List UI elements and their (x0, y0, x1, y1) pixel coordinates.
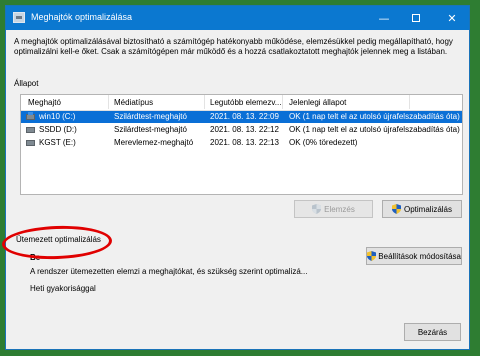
status-label: Állapot (14, 79, 39, 88)
window-title: Meghajtók optimalizálása (31, 12, 133, 22)
column-header-current-status[interactable]: Jelenlegi állapot (286, 98, 346, 107)
defrag-app-icon (13, 12, 25, 23)
optimize-drives-window: Meghajtók optimalizálása — ✕ A meghajtók… (5, 5, 470, 350)
drive-name: SSDD (D:) (39, 125, 77, 134)
schedule-frequency: Heti gyakorisággal (30, 284, 96, 293)
table-row[interactable]: KGST (E:) Merevlemez-meghajtó 2021. 08. … (21, 137, 462, 149)
drive-name: win10 (C:) (39, 112, 76, 121)
column-header-media-type[interactable]: Médiatípus (111, 98, 153, 107)
drive-list[interactable]: Meghajtó Médiatípus Legutóbb elemezv... … (20, 94, 463, 195)
current-status: OK (1 nap telt el az utolsó újrafelszaba… (289, 112, 460, 121)
close-button-label: Bezárás (417, 327, 448, 337)
last-analyzed: 2021. 08. 13. 22:12 (210, 125, 279, 134)
close-window-button[interactable]: ✕ (436, 6, 468, 30)
drive-icon (26, 127, 35, 133)
minimize-button[interactable]: — (368, 6, 400, 30)
uac-shield-icon (367, 251, 376, 261)
media-type: Merevlemez-meghajtó (114, 138, 194, 147)
windows-drive-icon (26, 112, 35, 120)
close-button[interactable]: Bezárás (404, 323, 461, 341)
description-text: A meghajtók optimalizálásával biztosítha… (14, 37, 453, 56)
current-status: OK (1 nap telt el az utolsó újrafelszaba… (289, 125, 460, 134)
analyze-button[interactable]: Elemzés (294, 200, 373, 218)
drive-icon (26, 140, 35, 146)
uac-shield-icon (312, 204, 322, 214)
change-settings-button-label: Beállítások módosítása (378, 251, 461, 261)
drive-list-header: Meghajtó Médiatípus Legutóbb elemezv... … (21, 95, 462, 111)
table-row[interactable]: SSDD (D:) Szilárdtest-meghajtó 2021. 08.… (21, 124, 462, 136)
uac-shield-icon (391, 204, 401, 214)
column-header-last-analyzed[interactable]: Legutóbb elemezv... (207, 98, 281, 107)
maximize-button[interactable] (400, 6, 432, 30)
media-type: Szilárdtest-meghajtó (114, 125, 187, 134)
last-analyzed: 2021. 08. 13. 22:13 (210, 138, 279, 147)
last-analyzed: 2021. 08. 13. 22:09 (210, 112, 279, 121)
schedule-description: A rendszer ütemezetten elemzi a meghajtó… (30, 267, 308, 276)
table-row[interactable]: win10 (C:) Szilárdtest-meghajtó 2021. 08… (21, 111, 462, 123)
column-header-drive[interactable]: Meghajtó (25, 98, 61, 107)
media-type: Szilárdtest-meghajtó (114, 112, 187, 121)
current-status: OK (0% töredezett) (289, 138, 358, 147)
analyze-button-label: Elemzés (324, 204, 355, 214)
optimize-button-label: Optimalizálás (403, 204, 452, 214)
title-bar[interactable]: Meghajtók optimalizálása — ✕ (6, 6, 469, 30)
drive-name: KGST (E:) (39, 138, 76, 147)
change-settings-button[interactable]: Beállítások módosítása (366, 247, 462, 265)
maximize-icon (412, 14, 420, 22)
optimize-button[interactable]: Optimalizálás (382, 200, 462, 218)
